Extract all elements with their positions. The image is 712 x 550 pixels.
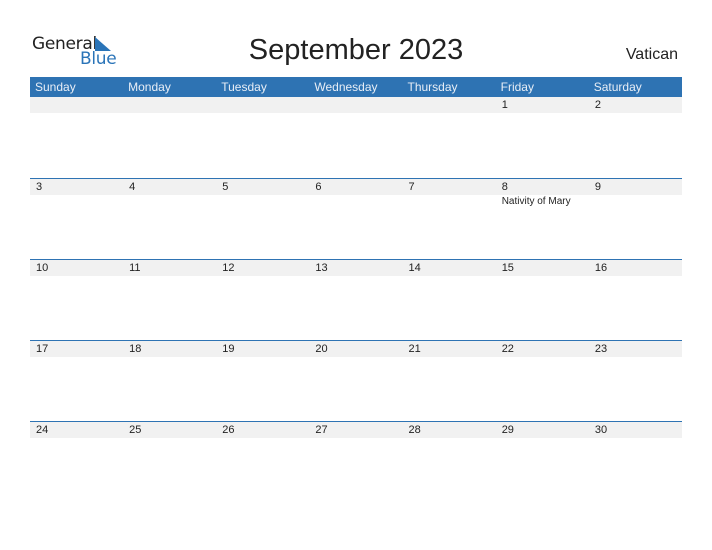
calendar-week-row: 3 4 5 6 7 8 Nativity of Mary 9 [30,178,682,260]
day-number: 3 [36,181,43,193]
day-cell: 9 [589,179,682,260]
day-number: 19 [222,343,235,355]
day-number: 7 [408,181,415,193]
calendar-week-row: 17 18 19 20 21 22 23 [30,340,682,422]
day-number: 18 [129,343,142,355]
calendar-week-row: 12 [30,97,682,178]
day-cell: 30 [589,422,682,503]
day-number: 4 [129,181,136,193]
day-number: 15 [501,262,514,274]
day-cell: 28 [403,422,496,503]
day-cell: 21 [403,341,496,422]
day-number: 25 [129,424,142,436]
day-cell: 27 [309,422,402,503]
weekday-wednesday: Wednesday [314,80,378,94]
day-cell: 8 Nativity of Mary [496,179,589,260]
day-cell: 24 [30,422,123,503]
day-cell: 6 [309,179,402,260]
day-cell: 19 [216,341,309,422]
day-number: 26 [222,424,235,436]
weekday-monday: Monday [128,80,171,94]
day-number: 5 [222,181,229,193]
day-number: 14 [408,262,421,274]
day-cell: 5 [216,179,309,260]
day-number: 13 [315,262,328,274]
day-cell: 25 [123,422,216,503]
day-cell: 7 [403,179,496,260]
weekday-sunday: Sunday [35,80,76,94]
weekday-thursday: Thursday [407,80,458,94]
day-number: 27 [315,424,328,436]
day-cell: 2 [589,97,682,178]
holiday-label: Nativity of Mary [501,196,571,207]
country-label: Vatican [625,46,678,63]
day-cell: 18 [123,341,216,422]
day-cell [403,97,496,178]
day-cell: 10 [30,260,123,341]
day-number: 2 [594,99,601,111]
day-cell: 23 [589,341,682,422]
day-cell: 3 [30,179,123,260]
weekday-header: Sunday Monday Tuesday Wednesday Thursday… [30,77,682,97]
day-cell: 26 [216,422,309,503]
day-cell: 12 [216,260,309,341]
day-cell: 20 [309,341,402,422]
day-number: 8 [501,181,508,193]
day-number: 9 [594,181,601,193]
day-cell [123,97,216,178]
day-number: 1 [501,99,508,111]
day-number: 21 [408,343,421,355]
day-number: 17 [36,343,49,355]
day-cell: 11 [123,260,216,341]
day-cell: 29 [496,422,589,503]
day-cell: 13 [309,260,402,341]
calendar-week-row: 10 11 12 13 14 15 16 [30,259,682,341]
weekday-friday: Friday [500,80,534,94]
day-number: 12 [222,262,235,274]
day-number: 29 [501,424,514,436]
day-cell [309,97,402,178]
day-cell [216,97,309,178]
day-number: 28 [408,424,421,436]
day-cell: 16 [589,260,682,341]
weekday-saturday: Saturday [593,80,642,94]
day-cell: 15 [496,260,589,341]
calendar-week-row: 24 25 26 27 28 29 30 [30,421,682,503]
day-number: 23 [594,343,608,355]
calendar-title: September 2023 [248,34,464,66]
day-cell: 22 [496,341,589,422]
day-number: 30 [594,424,608,436]
day-cell: 1 [496,97,589,178]
day-cell: 4 [123,179,216,260]
day-cell: 17 [30,341,123,422]
day-number: 11 [129,262,141,274]
day-cell [30,97,123,178]
day-number: 6 [315,181,322,193]
day-number: 22 [501,343,514,355]
day-cell: 14 [403,260,496,341]
weekday-tuesday: Tuesday [221,80,267,94]
day-number: 16 [594,262,608,274]
day-number: 10 [36,262,49,274]
day-number: 24 [36,424,49,436]
day-number: 20 [315,343,328,355]
